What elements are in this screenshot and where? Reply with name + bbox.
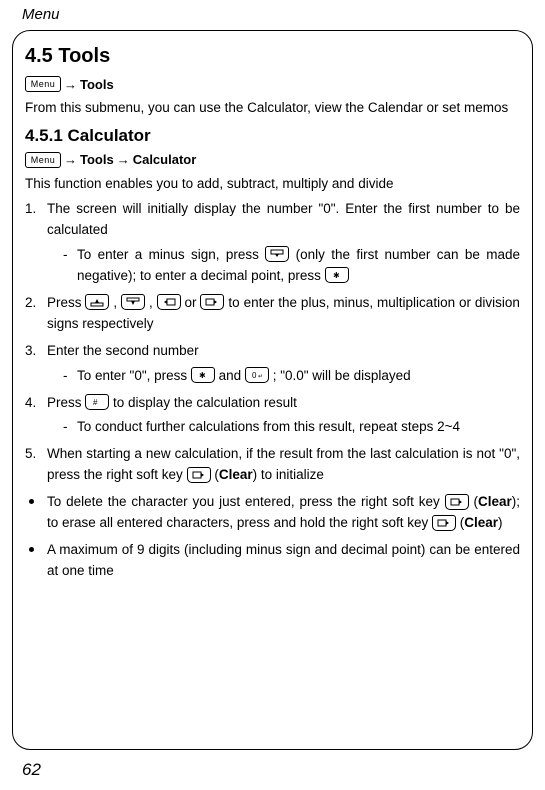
sub-text: and <box>219 368 245 383</box>
step-text: The screen will initially display the nu… <box>47 201 520 237</box>
step-text: or <box>185 295 201 310</box>
svg-text:0: 0 <box>252 371 257 380</box>
clear-label: Clear <box>219 467 253 482</box>
page-header: Menu <box>22 6 60 23</box>
clear-label: Clear <box>464 515 498 530</box>
step-2: 2. Press , , or to enter the plus, minus… <box>25 293 520 335</box>
down-key-icon <box>121 294 145 310</box>
svg-text:✱: ✱ <box>333 271 340 280</box>
clear-label: Clear <box>478 494 512 509</box>
right-soft-key-icon <box>445 494 469 510</box>
note-text: To delete the character you just entered… <box>47 494 445 509</box>
note-2: A maximum of 9 digits (including minus s… <box>25 540 520 582</box>
zero-key-icon: 0↵ <box>245 367 269 383</box>
subsection-heading: 4.5.1 Calculator <box>25 126 520 146</box>
right-soft-key-icon <box>432 515 456 531</box>
right-key-icon <box>200 294 224 310</box>
step-4: 4. Press # to display the calculation re… <box>25 393 520 439</box>
note-text: A maximum of 9 digits (including minus s… <box>47 542 520 578</box>
breadcrumb-label: Tools <box>80 152 114 167</box>
step-text: , <box>113 295 121 310</box>
left-key-icon <box>157 294 181 310</box>
step-5: 5. When starting a new calculation, if t… <box>25 444 520 486</box>
sub-text: To conduct further calculations from thi… <box>77 419 460 434</box>
star-key-icon: ✱ <box>325 267 349 283</box>
sub-text: To enter a minus sign, press <box>77 247 265 262</box>
steps-list: 1. The screen will initially display the… <box>25 199 520 486</box>
notes-list: To delete the character you just entered… <box>25 492 520 582</box>
svg-text:#: # <box>93 398 98 407</box>
sub-text: To enter "0", press <box>77 368 191 383</box>
step-text: , <box>149 295 157 310</box>
arrow-icon: → <box>117 152 130 167</box>
up-key-icon <box>85 294 109 310</box>
menu-key-icon: Menu <box>25 76 61 92</box>
step-text: Enter the second number <box>47 343 199 358</box>
arrow-icon: → <box>64 152 77 167</box>
note-text: ) <box>498 515 503 530</box>
section-heading: 4.5 Tools <box>25 45 520 68</box>
step-text: Press <box>47 395 85 410</box>
hash-key-icon: # <box>85 394 109 410</box>
intro-text: From this submenu, you can use the Calcu… <box>25 98 520 118</box>
svg-text:↵: ↵ <box>258 374 263 380</box>
breadcrumb-calculator: Menu → Tools → Calculator <box>25 152 520 168</box>
breadcrumb-label: Calculator <box>133 152 197 167</box>
step-1: 1. The screen will initially display the… <box>25 199 520 287</box>
calculator-desc: This function enables you to add, subtra… <box>25 174 520 194</box>
step-text: Press <box>47 295 85 310</box>
down-key-icon <box>265 246 289 262</box>
right-soft-key-icon <box>187 467 211 483</box>
note-1: To delete the character you just entered… <box>25 492 520 534</box>
step-text: to display the calculation result <box>113 395 297 410</box>
step-text: ) to initialize <box>253 467 324 482</box>
sub-text: ; "0.0" will be displayed <box>273 368 411 383</box>
step-4-sub: To conduct further calculations from thi… <box>63 417 520 438</box>
page-number: 62 <box>22 760 41 780</box>
step-1-sub: To enter a minus sign, press (only the f… <box>63 245 520 287</box>
menu-key-icon: Menu <box>25 152 61 168</box>
page-frame: 4.5 Tools Menu → Tools From this submenu… <box>12 30 533 750</box>
arrow-icon: → <box>64 77 77 92</box>
svg-text:✱: ✱ <box>199 371 206 380</box>
breadcrumb-tools: Menu → Tools <box>25 76 520 92</box>
step-3-sub: To enter "0", press ✱ and 0↵ ; "0.0" wil… <box>63 366 520 387</box>
star-key-icon: ✱ <box>191 367 215 383</box>
breadcrumb-label: Tools <box>80 77 114 92</box>
step-3: 3. Enter the second number To enter "0",… <box>25 341 520 387</box>
